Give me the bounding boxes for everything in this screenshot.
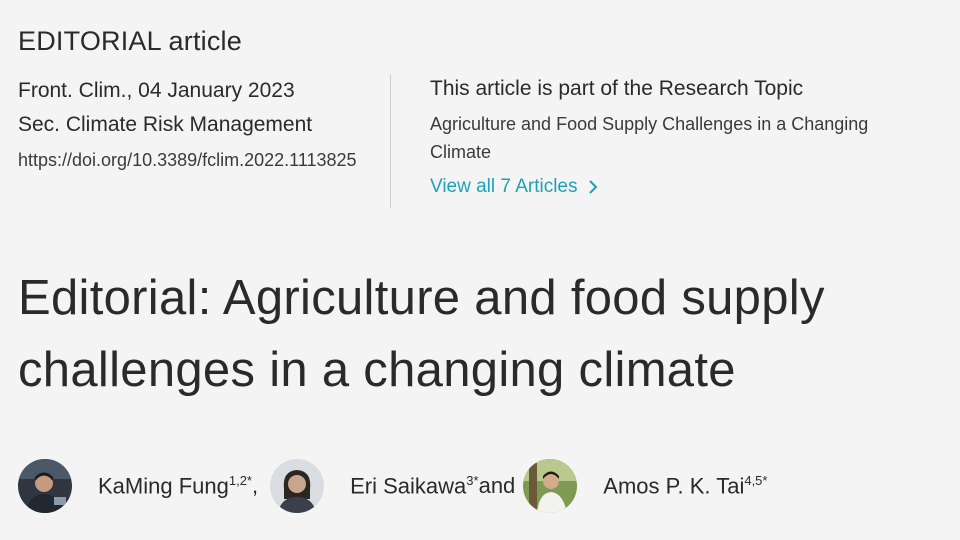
avatar-ka-ming-fung[interactable]: [18, 459, 72, 513]
author-name[interactable]: Amos P. K. Tai4,5*: [603, 473, 767, 499]
author-separator: ,: [252, 473, 259, 498]
author-list: KaMing Fung1,2*, Eri Saikawa3* and Amos …: [18, 458, 948, 514]
view-all-articles-link[interactable]: View all 7 Articles: [430, 176, 598, 198]
author-name[interactable]: KaMing Fung1,2*: [98, 473, 252, 499]
section-line[interactable]: Sec. Climate Risk Management: [18, 108, 373, 142]
article-type-label: EDITORIAL article: [18, 26, 242, 56]
doi-link[interactable]: https://doi.org/10.3389/fclim.2022.11138…: [18, 144, 358, 176]
research-topic-heading: This article is part of the Research Top…: [430, 77, 804, 100]
author-affiliation: 3*: [466, 472, 479, 488]
author-name[interactable]: Eri Saikawa3*: [350, 473, 478, 499]
article-metadata: Front. Clim., 04 January 2023 Sec. Clima…: [18, 74, 373, 176]
author-separator: and: [478, 473, 516, 498]
article-title-line-1: Editorial: Agriculture and food supply: [18, 271, 825, 325]
view-all-articles-label: View all 7 Articles: [430, 176, 578, 197]
author-affiliation: 4,5*: [744, 472, 768, 488]
journal-date-line: Front. Clim., 04 January 2023: [18, 79, 295, 102]
avatar-amos-tai[interactable]: [523, 459, 578, 513]
author-affiliation: 1,2*: [228, 472, 252, 488]
avatar-eri-saikawa[interactable]: [270, 459, 325, 513]
chevron-right-icon: [588, 180, 597, 194]
research-topic-box: This article is part of the Research Top…: [430, 74, 940, 198]
research-topic-title[interactable]: Agriculture and Food Supply Challenges i…: [430, 110, 930, 166]
metadata-divider: [390, 74, 391, 208]
article-title: Editorial: Agriculture and food supply c…: [18, 262, 948, 406]
article-title-line-2: challenges in a changing climate: [18, 343, 736, 397]
